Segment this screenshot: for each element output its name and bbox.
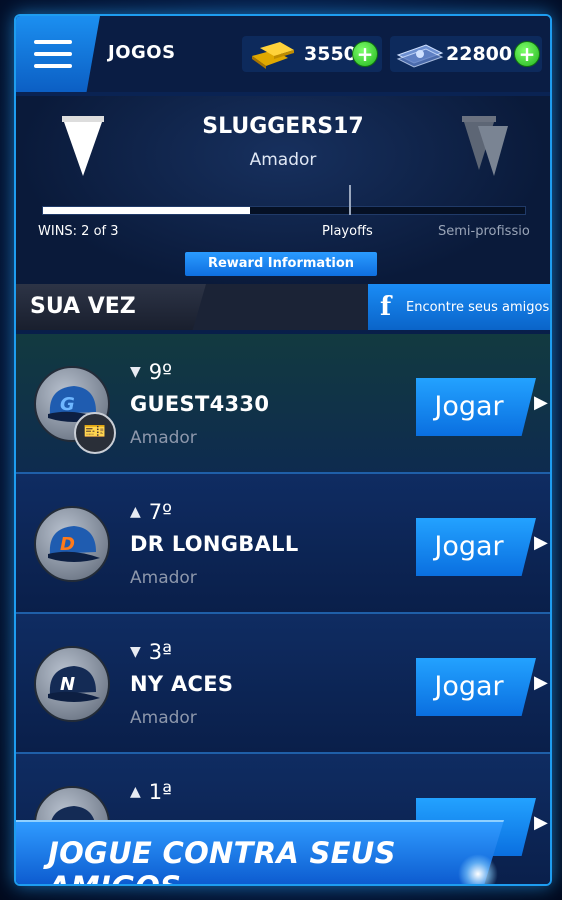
- match-row[interactable]: N ▼ 3ª NY ACES Amador Jogar ▶: [16, 614, 550, 754]
- top-bar: JOGOS 3550 + 22800 +: [16, 16, 550, 92]
- rank-trend-icon: ▼: [130, 644, 141, 660]
- your-turn-header: SUA VEZ f Encontre seus amigos: [16, 284, 550, 330]
- rank-trend-icon: ▼: [130, 364, 141, 380]
- play-button[interactable]: Jogar: [416, 658, 536, 716]
- rank-value: 3ª: [148, 640, 173, 664]
- cash-counter: 22800 +: [390, 36, 542, 72]
- opponent-name: NY ACES: [130, 672, 234, 696]
- opponent-rank: ▼ 3ª: [130, 640, 172, 664]
- promo-banner: JOGUE CONTRA SEUS AMIGOS: [16, 820, 504, 884]
- rank-value: 1ª: [148, 780, 173, 804]
- app-frame: JOGOS 3550 + 22800 + SLUGGERS17 Amador W…: [14, 14, 552, 886]
- next-rank-label: Semi-profissio: [438, 224, 530, 239]
- add-cash-button[interactable]: +: [514, 41, 540, 67]
- match-row[interactable]: G 🎫 ▼ 9º GUEST4330 Amador Jogar ▶: [16, 334, 550, 474]
- playoffs-label: Playoffs: [322, 224, 373, 239]
- ticket-icon: 🎫: [74, 412, 116, 454]
- gold-bars-icon: [252, 42, 294, 69]
- cash-stack-icon: [396, 44, 444, 68]
- cap-letter: G: [60, 394, 75, 415]
- locked-pennant-icon: [462, 116, 508, 176]
- opponent-level: Amador: [130, 708, 197, 728]
- cap-letter: D: [60, 534, 75, 555]
- chevron-right-icon: ▶: [534, 392, 548, 413]
- menu-icon-bar: [34, 52, 72, 56]
- gold-counter: 3550 +: [242, 36, 382, 72]
- opponent-avatar: N: [34, 646, 110, 722]
- play-button[interactable]: Jogar: [416, 378, 536, 436]
- chevron-right-icon: ▶: [534, 532, 548, 553]
- promo-banner-text: JOGUE CONTRA SEUS AMIGOS: [48, 836, 396, 884]
- opponent-rank: ▲ 1ª: [130, 780, 172, 804]
- baseball-cap-icon: D: [48, 526, 100, 562]
- menu-icon: [34, 40, 72, 44]
- reward-information-button[interactable]: Reward Information: [185, 252, 377, 276]
- rank-trend-icon: ▲: [130, 784, 141, 800]
- rank-value: 7º: [148, 500, 173, 524]
- menu-button[interactable]: [16, 16, 100, 92]
- section-title: SUA VEZ: [16, 284, 206, 330]
- find-friends-button[interactable]: f Encontre seus amigos: [368, 284, 550, 330]
- page-title: JOGOS: [108, 42, 176, 63]
- baseball-cap-icon: N: [48, 666, 100, 702]
- chevron-right-icon: ▶: [534, 812, 548, 833]
- menu-icon-bar: [34, 64, 72, 68]
- opponent-avatar: D: [34, 506, 110, 582]
- chevron-right-icon: ▶: [534, 672, 548, 693]
- rank-value: 9º: [148, 360, 173, 384]
- opponent-name: GUEST4330: [130, 392, 270, 416]
- facebook-icon: f: [380, 292, 392, 322]
- opponent-name: DR LONGBALL: [130, 532, 299, 556]
- progress-fill: [43, 207, 251, 214]
- playoffs-marker: [349, 185, 351, 215]
- gold-amount: 3550: [304, 43, 357, 65]
- sparkle-icon: [458, 854, 498, 884]
- add-gold-button[interactable]: +: [352, 41, 378, 67]
- opponent-level: Amador: [130, 428, 197, 448]
- match-row[interactable]: D ▲ 7º DR LONGBALL Amador Jogar ▶: [16, 474, 550, 614]
- cap-letter: N: [60, 674, 75, 695]
- opponent-rank: ▼ 9º: [130, 360, 172, 384]
- rank-trend-icon: ▲: [130, 504, 141, 520]
- league-progress-bar: [42, 185, 526, 215]
- find-friends-label: Encontre seus amigos: [406, 300, 550, 315]
- league-panel: SLUGGERS17 Amador WINS: 2 of 3 Playoffs …: [16, 96, 550, 292]
- cash-amount: 22800: [446, 43, 513, 65]
- play-button[interactable]: Jogar: [416, 518, 536, 576]
- wins-label: WINS: 2 of 3: [38, 224, 119, 239]
- opponent-rank: ▲ 7º: [130, 500, 172, 524]
- opponent-level: Amador: [130, 568, 197, 588]
